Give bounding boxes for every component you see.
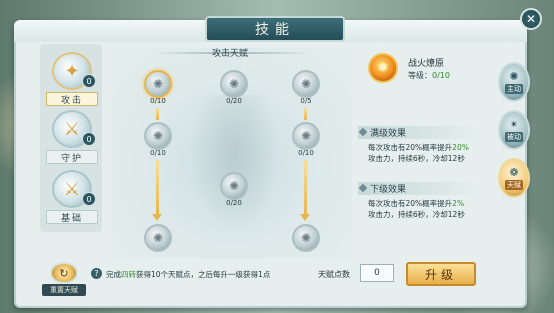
tab-talent[interactable]: ❁ 天赋: [498, 158, 530, 198]
category-label: 攻击: [46, 92, 98, 106]
skill-name: 战火燎原: [408, 59, 445, 69]
close-button[interactable]: ✕: [520, 8, 542, 30]
talent-node[interactable]: ✺: [292, 70, 320, 98]
talent-node-count: 0/10: [150, 149, 166, 157]
next-effect-title: 下级效果: [370, 185, 407, 195]
next-effect-line-c: 攻击力，持续6秒，冷却12秒: [368, 210, 465, 219]
max-effect-text: 每次攻击有20%概率提升20% 攻击力，持续6秒，冷却12秒: [368, 142, 488, 164]
talent-node[interactable]: ✺: [144, 70, 172, 98]
tab-passive-skill[interactable]: ✴ 被动: [498, 110, 530, 150]
category-label: 基础: [46, 210, 98, 224]
max-effect-heading: 满级效果: [358, 126, 486, 139]
tree-title: 攻击天赋: [211, 49, 248, 59]
talent-node-count: 0/5: [300, 97, 312, 105]
next-effect-value: 2%: [452, 199, 465, 208]
max-effect-title: 满级效果: [370, 129, 407, 139]
arrow-head-icon: [152, 214, 162, 221]
talent-hint: 完成四转获得10个天赋点，之后每升一级获得1点: [106, 269, 270, 280]
next-effect-line-a: 每次攻击有20%概率提升: [368, 199, 453, 208]
talent-node-count: 0/10: [150, 97, 166, 105]
hint-part-b: 四转: [121, 270, 136, 279]
tree-arrow: [156, 108, 159, 120]
category-badge: 0: [82, 132, 96, 146]
arrow-head-icon: [300, 214, 310, 221]
category-badge: 0: [82, 192, 96, 206]
skill-level-value: 0/10: [432, 71, 450, 80]
side-tab-label: 被动: [505, 131, 523, 142]
tree-arrow: [304, 160, 307, 215]
upgrade-button[interactable]: 升级: [406, 262, 476, 286]
talent-node[interactable]: ✺: [220, 70, 248, 98]
reset-talent-button[interactable]: ↻: [50, 262, 78, 284]
hint-part-a: 完成: [106, 270, 121, 279]
talent-points-value: 0: [360, 264, 394, 282]
help-icon[interactable]: ?: [91, 268, 102, 279]
hint-part-c: 获得10个天赋点，之后每升一级获得1点: [136, 270, 271, 279]
talent-node[interactable]: ✺: [144, 224, 172, 252]
category-basic[interactable]: ⚔ 0 基础: [44, 170, 100, 226]
category-guard[interactable]: ⚔ 0 守护: [44, 110, 100, 166]
passive-skill-icon: ✴: [509, 117, 519, 131]
skill-level: 等级：0/10: [408, 70, 450, 81]
skill-level-label: 等级：: [408, 71, 432, 80]
max-effect-line-c: 攻击力，持续6秒，冷却12秒: [368, 154, 465, 163]
talent-node[interactable]: ✺: [292, 224, 320, 252]
side-tab-label: 主动: [505, 83, 523, 94]
window-title: 技能: [205, 16, 345, 42]
talent-node[interactable]: ✺: [220, 172, 248, 200]
talent-node[interactable]: ✺: [292, 122, 320, 150]
character-silhouette: [190, 95, 280, 235]
fire-skill-icon: ✹: [368, 53, 398, 83]
talent-points-label: 天赋点数: [318, 270, 350, 279]
max-effect-line-a: 每次攻击有20%概率提升: [368, 143, 453, 152]
tree-arrow: [156, 160, 159, 215]
reset-talent-label[interactable]: 重置天赋: [42, 284, 86, 296]
next-effect-text: 每次攻击有20%概率提升2% 攻击力，持续6秒，冷却12秒: [368, 198, 488, 220]
talent-node-count: 0/20: [226, 97, 242, 105]
active-skill-icon: ✺: [509, 69, 519, 83]
next-effect-heading: 下级效果: [358, 182, 486, 195]
side-tab-label: 天赋: [505, 179, 523, 190]
category-attack[interactable]: ✦ 0 攻击: [44, 52, 100, 108]
talent-node[interactable]: ✺: [144, 122, 172, 150]
tree-arrow: [304, 108, 307, 120]
talent-node-count: 0/10: [298, 149, 314, 157]
talent-node-count: 0/20: [226, 199, 242, 207]
talent-icon: ❁: [509, 165, 519, 179]
category-badge: 0: [82, 74, 96, 88]
category-label: 守护: [46, 150, 98, 164]
max-effect-value: 20%: [452, 143, 469, 152]
tab-active-skill[interactable]: ✺ 主动: [498, 62, 530, 102]
